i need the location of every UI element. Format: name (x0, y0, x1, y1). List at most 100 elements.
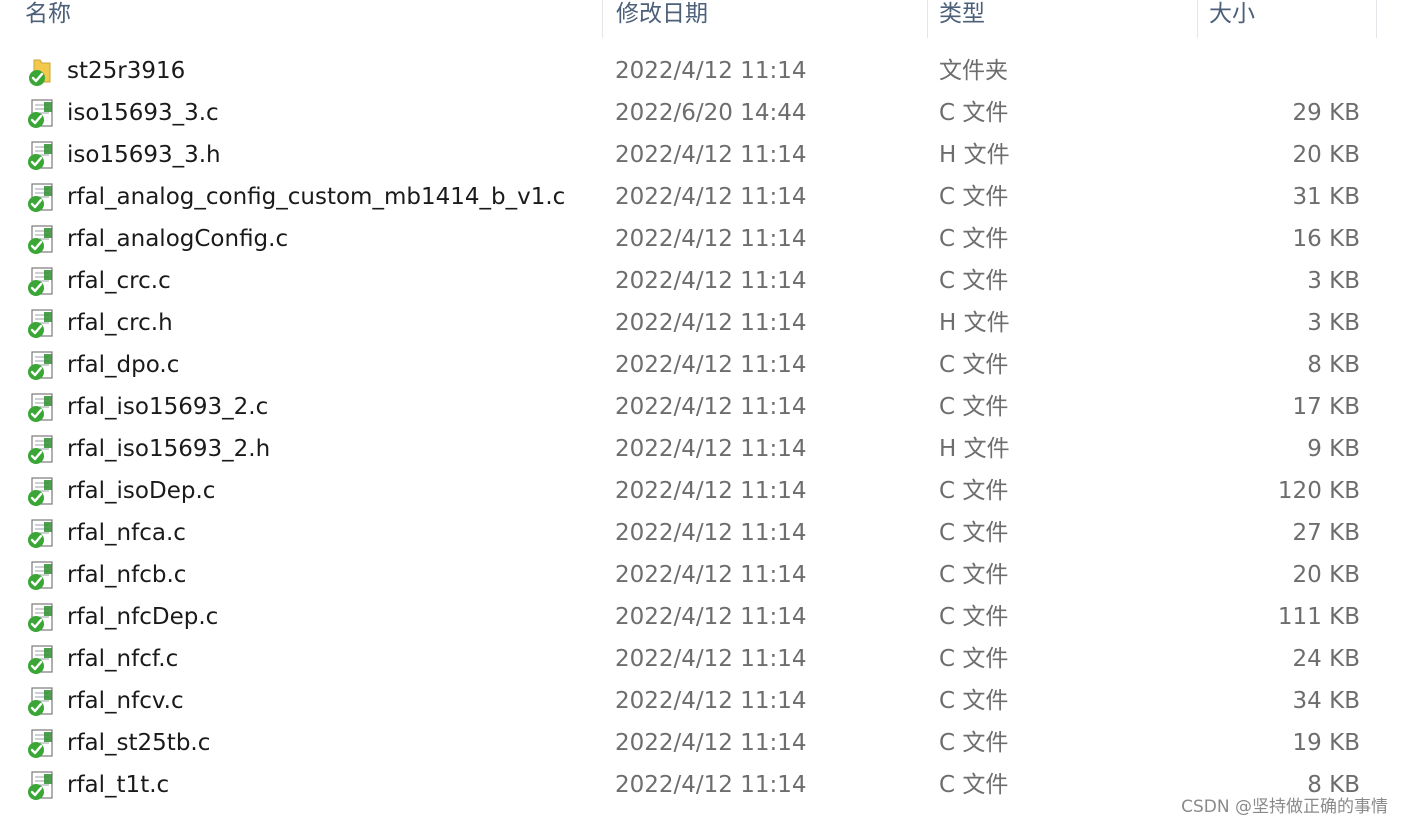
file-type: H 文件 (939, 142, 1010, 168)
file-synced-icon (26, 98, 58, 130)
file-date-modified: 2022/6/20 14:44 (615, 100, 807, 126)
file-name: rfal_iso15693_2.h (67, 436, 271, 462)
file-type: C 文件 (939, 730, 1009, 756)
file-row[interactable]: rfal_nfcb.c 2022/4/12 11:14 C 文件 20 KB (0, 554, 1404, 596)
watermark: CSDN @坚持做正确的事情 (1181, 797, 1388, 817)
file-name: rfal_nfca.c (67, 520, 186, 546)
file-date-modified: 2022/4/12 11:14 (615, 730, 807, 756)
file-type: H 文件 (939, 436, 1010, 462)
file-type: C 文件 (939, 226, 1009, 252)
file-type: H 文件 (939, 310, 1010, 336)
file-type: C 文件 (939, 688, 1009, 714)
file-date-modified: 2022/4/12 11:14 (615, 772, 807, 798)
file-type: C 文件 (939, 100, 1009, 126)
file-row[interactable]: rfal_nfca.c 2022/4/12 11:14 C 文件 27 KB (0, 512, 1404, 554)
file-name: rfal_iso15693_2.c (67, 394, 269, 420)
file-row[interactable]: iso15693_3.c 2022/6/20 14:44 C 文件 29 KB (0, 92, 1404, 134)
file-synced-icon (26, 308, 58, 340)
file-date-modified: 2022/4/12 11:14 (615, 352, 807, 378)
file-type: C 文件 (939, 394, 1009, 420)
file-date-modified: 2022/4/12 11:14 (615, 688, 807, 714)
file-date-modified: 2022/4/12 11:14 (615, 436, 807, 462)
column-header-name[interactable]: 名称 (0, 0, 602, 38)
file-synced-icon (26, 560, 58, 592)
column-header-size[interactable]: 大小 (1197, 0, 1377, 38)
file-name: iso15693_3.h (67, 142, 221, 168)
file-synced-icon (26, 518, 58, 550)
file-synced-icon (26, 476, 58, 508)
file-row[interactable]: rfal_iso15693_2.c 2022/4/12 11:14 C 文件 17 K… (0, 386, 1404, 428)
file-name: rfal_dpo.c (67, 352, 180, 378)
file-row[interactable]: iso15693_3.h 2022/4/12 11:14 H 文件 20 KB (0, 134, 1404, 176)
file-size: 120 KB (1277, 478, 1360, 504)
file-synced-icon (26, 602, 58, 634)
file-type: C 文件 (939, 604, 1009, 630)
file-synced-icon (26, 686, 58, 718)
file-synced-icon (26, 140, 58, 172)
file-type: 文件夹 (939, 58, 1008, 84)
file-size: 16 KB (1292, 226, 1360, 252)
column-header-bar: 名称 修改日期 类型 大小 (0, 0, 1404, 38)
file-row[interactable]: rfal_nfcf.c 2022/4/12 11:14 C 文件 24 KB (0, 638, 1404, 680)
file-date-modified: 2022/4/12 11:14 (615, 58, 807, 84)
file-row[interactable]: rfal_nfcv.c 2022/4/12 11:14 C 文件 34 KB (0, 680, 1404, 722)
file-name: rfal_analogConfig.c (67, 226, 289, 252)
file-date-modified: 2022/4/12 11:14 (615, 268, 807, 294)
file-name: rfal_nfcf.c (67, 646, 179, 672)
file-synced-icon (26, 770, 58, 802)
file-name: st25r3916 (67, 58, 186, 84)
file-date-modified: 2022/4/12 11:14 (615, 142, 807, 168)
column-header-type[interactable]: 类型 (927, 0, 1197, 38)
file-row[interactable]: st25r3916 2022/4/12 11:14 文件夹 (0, 50, 1404, 92)
column-header-date-modified[interactable]: 修改日期 (602, 0, 927, 38)
file-size: 19 KB (1292, 730, 1360, 756)
file-row[interactable]: rfal_dpo.c 2022/4/12 11:14 C 文件 8 KB (0, 344, 1404, 386)
file-name: rfal_st25tb.c (67, 730, 211, 756)
file-name: rfal_nfcDep.c (67, 604, 219, 630)
file-synced-icon (26, 392, 58, 424)
file-row[interactable]: rfal_st25tb.c 2022/4/12 11:14 C 文件 19 KB (0, 722, 1404, 764)
file-type: C 文件 (939, 184, 1009, 210)
file-size: 20 KB (1292, 142, 1360, 168)
file-explorer: 名称 修改日期 类型 大小 st25r3916 2022/4/12 11:14 文件… (0, 0, 1404, 825)
file-size: 8 KB (1307, 352, 1360, 378)
file-date-modified: 2022/4/12 11:14 (615, 310, 807, 336)
file-date-modified: 2022/4/12 11:14 (615, 226, 807, 252)
file-size: 3 KB (1307, 268, 1360, 294)
file-date-modified: 2022/4/12 11:14 (615, 184, 807, 210)
file-row[interactable]: rfal_iso15693_2.h 2022/4/12 11:14 H 文件 9 KB (0, 428, 1404, 470)
file-name: rfal_nfcv.c (67, 688, 184, 714)
file-type: C 文件 (939, 520, 1009, 546)
file-row[interactable]: rfal_isoDep.c 2022/4/12 11:14 C 文件 120 KB (0, 470, 1404, 512)
file-synced-icon (26, 434, 58, 466)
file-synced-icon (26, 266, 58, 298)
file-date-modified: 2022/4/12 11:14 (615, 646, 807, 672)
file-size: 27 KB (1292, 520, 1360, 546)
file-list: st25r3916 2022/4/12 11:14 文件夹 iso15693_3.c 2… (0, 50, 1404, 806)
file-type: C 文件 (939, 646, 1009, 672)
file-row[interactable]: rfal_nfcDep.c 2022/4/12 11:14 C 文件 111 KB (0, 596, 1404, 638)
file-synced-icon (26, 224, 58, 256)
file-type: C 文件 (939, 352, 1009, 378)
file-size: 9 KB (1307, 436, 1360, 462)
file-date-modified: 2022/4/12 11:14 (615, 478, 807, 504)
file-row[interactable]: rfal_crc.h 2022/4/12 11:14 H 文件 3 KB (0, 302, 1404, 344)
file-name: iso15693_3.c (67, 100, 219, 126)
file-type: C 文件 (939, 562, 1009, 588)
file-size: 34 KB (1292, 688, 1360, 714)
file-row[interactable]: rfal_crc.c 2022/4/12 11:14 C 文件 3 KB (0, 260, 1404, 302)
file-row[interactable]: rfal_analog_config_custom_mb1414_b_v1.c 2… (0, 176, 1404, 218)
file-date-modified: 2022/4/12 11:14 (615, 520, 807, 546)
file-row[interactable]: rfal_analogConfig.c 2022/4/12 11:14 C 文件 16… (0, 218, 1404, 260)
file-date-modified: 2022/4/12 11:14 (615, 604, 807, 630)
file-size: 24 KB (1292, 646, 1360, 672)
file-size: 111 KB (1277, 604, 1360, 630)
file-size: 31 KB (1292, 184, 1360, 210)
file-name: rfal_crc.c (67, 268, 171, 294)
file-size: 29 KB (1292, 100, 1360, 126)
folder-synced-icon (26, 56, 58, 88)
file-name: rfal_nfcb.c (67, 562, 187, 588)
file-size: 3 KB (1307, 310, 1360, 336)
file-synced-icon (26, 644, 58, 676)
file-synced-icon (26, 728, 58, 760)
